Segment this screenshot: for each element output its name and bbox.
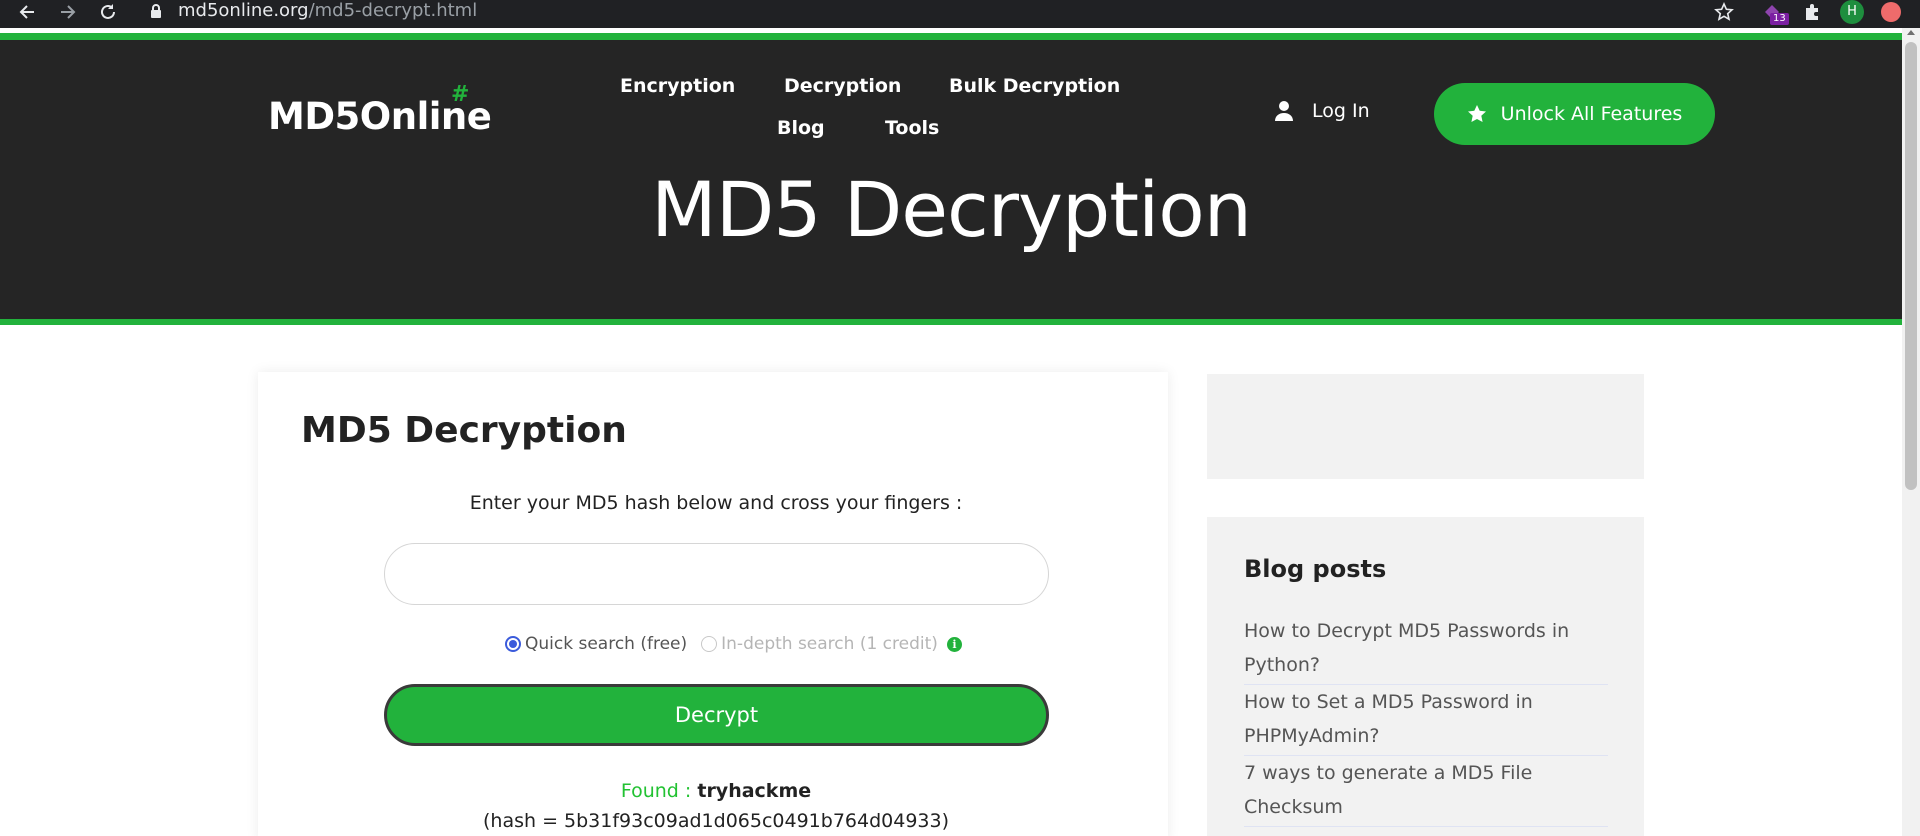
ad-placeholder [1207,374,1644,479]
lock-icon [150,3,162,24]
scrollbar-thumb[interactable] [1905,42,1917,490]
blog-posts-title: Blog posts [1244,555,1387,583]
found-value: tryhackme [697,780,812,802]
blog-post-link[interactable]: 7 ways to generate a MD5 File Checksum [1244,756,1608,827]
nav-decryption[interactable]: Decryption [784,75,901,97]
result-hash: (hash = 5b31f93c09ad1d065c0491b764d04933… [482,810,949,832]
blog-post-link[interactable]: How to create MD5 hashes in [1244,827,1608,836]
nav-encryption[interactable]: Encryption [620,75,735,97]
info-icon[interactable]: i [946,636,962,652]
back-arrow-icon[interactable] [15,0,39,24]
login-label: Log In [1312,100,1370,122]
extension-badge: 13 [1770,13,1789,25]
forward-arrow-icon[interactable] [56,0,80,24]
login-link[interactable]: Log In [1274,100,1370,122]
card-title: MD5 Decryption [301,410,627,451]
found-label: Found : [620,780,692,802]
profile-avatar[interactable]: H [1840,0,1864,24]
hero-title: MD5 Decryption [651,165,1252,254]
address-bar[interactable]: md5online.org/md5-decrypt.html [178,0,477,24]
blog-posts-list: How to Decrypt MD5 Passwords in Python? … [1244,614,1608,836]
blog-post-link[interactable]: How to Set a MD5 Password in PHPMyAdmin? [1244,685,1608,756]
quick-search-label[interactable]: Quick search (free) [525,634,687,654]
decrypt-button[interactable]: Decrypt [384,684,1049,746]
url-domain: md5online.org [178,0,309,21]
md5-hash-input[interactable] [384,543,1049,605]
header-top-accent [0,33,1902,40]
instructions-text: Enter your MD5 hash below and cross your… [469,492,963,514]
url-path: /md5-decrypt.html [308,0,478,21]
indepth-search-label[interactable]: In-depth search (1 credit) [721,634,938,654]
quick-search-radio[interactable] [505,636,521,652]
nav-blog[interactable]: Blog [777,117,825,139]
unlock-label: Unlock All Features [1500,103,1683,125]
reload-icon[interactable] [96,0,120,24]
bookmark-star-icon[interactable] [1712,0,1736,24]
browser-toolbar: md5online.org/md5-decrypt.html 13 H [0,0,1920,28]
search-mode-options: Quick search (free) In-depth search (1 c… [505,634,962,654]
puzzle-icon[interactable] [1800,0,1824,24]
result-found: Found : tryhackme [258,780,1174,802]
nav-bulk-decryption[interactable]: Bulk Decryption [949,75,1120,97]
extension-red-icon[interactable] [1881,2,1901,22]
scroll-up-arrow-icon[interactable] [1907,30,1915,35]
unlock-features-button[interactable]: Unlock All Features [1434,83,1715,145]
blog-post-link[interactable]: How to Decrypt MD5 Passwords in Python? [1244,614,1608,685]
indepth-search-radio[interactable] [701,636,718,652]
nav-tools[interactable]: Tools [885,117,939,139]
star-icon [1467,105,1486,122]
user-icon [1275,101,1293,121]
header-bottom-accent [0,319,1902,325]
logo-hash-mark: # [451,82,470,107]
